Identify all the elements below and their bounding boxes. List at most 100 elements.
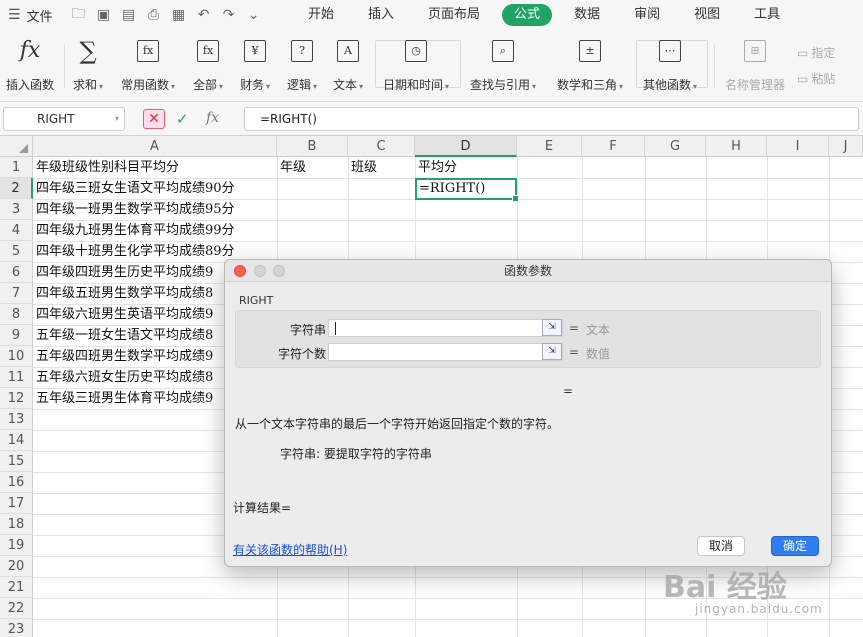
- dialog-title: 函数参数: [225, 260, 831, 282]
- column-header[interactable]: G: [645, 136, 706, 157]
- arg-equals: =: [569, 345, 580, 359]
- chevron-down-icon[interactable]: ▾: [115, 108, 119, 130]
- cell-a3[interactable]: 四年级一班男生数学平均成绩95分: [33, 199, 277, 220]
- finance-button[interactable]: ¥ 财务 ▾: [240, 40, 270, 93]
- logic-button[interactable]: ? 逻辑 ▾: [287, 40, 317, 93]
- cell-d1[interactable]: 平均分: [415, 157, 517, 178]
- row-header[interactable]: 1: [0, 157, 33, 178]
- function-help-link[interactable]: 有关该函数的帮助(H): [233, 541, 347, 558]
- column-header[interactable]: J: [829, 136, 863, 157]
- tab-data[interactable]: 数据: [562, 4, 612, 26]
- name-box[interactable]: RIGHT ▾: [3, 107, 125, 131]
- row-header[interactable]: 2: [0, 178, 33, 199]
- print-preview-icon[interactable]: ▦: [171, 7, 187, 23]
- tab-insert[interactable]: 插入: [356, 4, 406, 26]
- ribbon-divider: [714, 44, 715, 88]
- row-header[interactable]: 21: [0, 577, 33, 598]
- paste-name-button[interactable]: ▭ 粘贴: [797, 70, 835, 87]
- print-icon[interactable]: ⎙: [146, 7, 162, 23]
- row-header[interactable]: 8: [0, 304, 33, 325]
- select-all-corner[interactable]: [0, 136, 33, 157]
- grid-line: [33, 598, 863, 599]
- hamburger-icon[interactable]: ☰: [8, 7, 21, 23]
- column-header[interactable]: D: [415, 136, 517, 157]
- row-header[interactable]: 22: [0, 598, 33, 619]
- column-header[interactable]: B: [277, 136, 348, 157]
- row-header[interactable]: 12: [0, 388, 33, 409]
- row-header[interactable]: 7: [0, 283, 33, 304]
- row-header[interactable]: 14: [0, 430, 33, 451]
- row-header[interactable]: 18: [0, 514, 33, 535]
- ok-button[interactable]: 确定: [771, 536, 819, 556]
- row-header[interactable]: 3: [0, 199, 33, 220]
- column-header[interactable]: F: [582, 136, 645, 157]
- sum-button[interactable]: ∑ 求和 ▾: [73, 39, 103, 93]
- cell-b1[interactable]: 年级: [277, 157, 348, 178]
- common-functions-button[interactable]: fx 常用函数 ▾: [121, 40, 175, 93]
- text-functions-button[interactable]: A 文本 ▾: [333, 40, 363, 93]
- open-folder-icon[interactable]: 🗀: [71, 3, 87, 27]
- cell-a2[interactable]: 四年级三班女生语文平均成绩90分: [33, 178, 277, 199]
- row-header[interactable]: 16: [0, 472, 33, 493]
- export-pdf-icon[interactable]: ▤: [121, 7, 137, 23]
- column-header[interactable]: H: [706, 136, 767, 157]
- arg-equals: =: [569, 321, 580, 335]
- cancel-button[interactable]: 取消: [697, 536, 745, 556]
- column-header[interactable]: I: [767, 136, 829, 157]
- tab-page-layout[interactable]: 页面布局: [416, 4, 492, 26]
- active-cell-border: [415, 178, 519, 202]
- cell-a1[interactable]: 年级班级性别科目平均分: [33, 157, 277, 178]
- lookup-button[interactable]: ⌕ 查找与引用 ▾: [470, 40, 536, 93]
- cell-c1[interactable]: 班级: [348, 157, 415, 178]
- tab-home[interactable]: 开始: [296, 4, 346, 26]
- lookup-label: 查找与引用 ▾: [470, 78, 537, 92]
- arg-type-hint: 数值: [586, 347, 611, 361]
- row-header[interactable]: 5: [0, 241, 33, 262]
- confirm-entry-button[interactable]: ✓: [176, 110, 189, 128]
- row-header[interactable]: 4: [0, 220, 33, 241]
- cancel-entry-button[interactable]: ✕: [143, 109, 165, 129]
- fx-icon[interactable]: fx: [206, 110, 219, 126]
- insert-function-button[interactable]: fx 插入函数: [6, 40, 54, 93]
- text-a-icon: A: [337, 40, 360, 62]
- star-function-icon: fx: [137, 40, 160, 62]
- row-header[interactable]: 17: [0, 493, 33, 514]
- other-functions-button[interactable]: ⋯ 其他函数 ▾: [643, 40, 697, 93]
- assign-label: 指定: [811, 46, 836, 60]
- logic-label: 逻辑 ▾: [287, 78, 318, 92]
- datetime-button[interactable]: ◷ 日期和时间 ▾: [383, 40, 449, 93]
- clock-icon: ◷: [405, 40, 428, 62]
- name-manager-button[interactable]: ⊞ 名称管理器: [725, 40, 785, 93]
- redo-icon[interactable]: ↷: [221, 7, 237, 23]
- row-header[interactable]: 20: [0, 556, 33, 577]
- customize-toolbar-icon[interactable]: ⌄: [246, 7, 262, 23]
- tab-view[interactable]: 视图: [682, 4, 732, 26]
- close-window-icon[interactable]: [234, 265, 246, 277]
- formula-input[interactable]: =RIGHT(): [244, 107, 859, 131]
- assign-button[interactable]: ▭ 指定: [797, 44, 835, 61]
- row-header[interactable]: 23: [0, 619, 33, 637]
- row-header[interactable]: 15: [0, 451, 33, 472]
- math-button[interactable]: ± 数学和三角 ▾: [557, 40, 623, 93]
- tab-tools[interactable]: 工具: [742, 4, 792, 26]
- file-menu[interactable]: 文件: [27, 6, 53, 25]
- tab-formulas[interactable]: 公式: [502, 4, 553, 26]
- row-header[interactable]: 9: [0, 325, 33, 346]
- undo-icon[interactable]: ↶: [196, 7, 212, 23]
- range-picker-icon[interactable]: ⇲: [542, 319, 562, 336]
- all-functions-button[interactable]: fx 全部 ▾: [193, 40, 223, 93]
- column-header[interactable]: E: [517, 136, 582, 157]
- cell-a4[interactable]: 四年级九班男生体育平均成绩99分: [33, 220, 277, 241]
- row-header[interactable]: 10: [0, 346, 33, 367]
- range-picker-icon[interactable]: ⇲: [542, 343, 562, 360]
- row-header[interactable]: 6: [0, 262, 33, 283]
- column-header[interactable]: A: [33, 136, 277, 157]
- row-header[interactable]: 19: [0, 535, 33, 556]
- column-header[interactable]: C: [348, 136, 415, 157]
- tab-review[interactable]: 审阅: [622, 4, 672, 26]
- row-header[interactable]: 13: [0, 409, 33, 430]
- arg-input-text[interactable]: [328, 319, 563, 337]
- arg-input-num-chars[interactable]: [328, 343, 563, 361]
- row-header[interactable]: 11: [0, 367, 33, 388]
- save-icon[interactable]: ▣: [96, 7, 112, 23]
